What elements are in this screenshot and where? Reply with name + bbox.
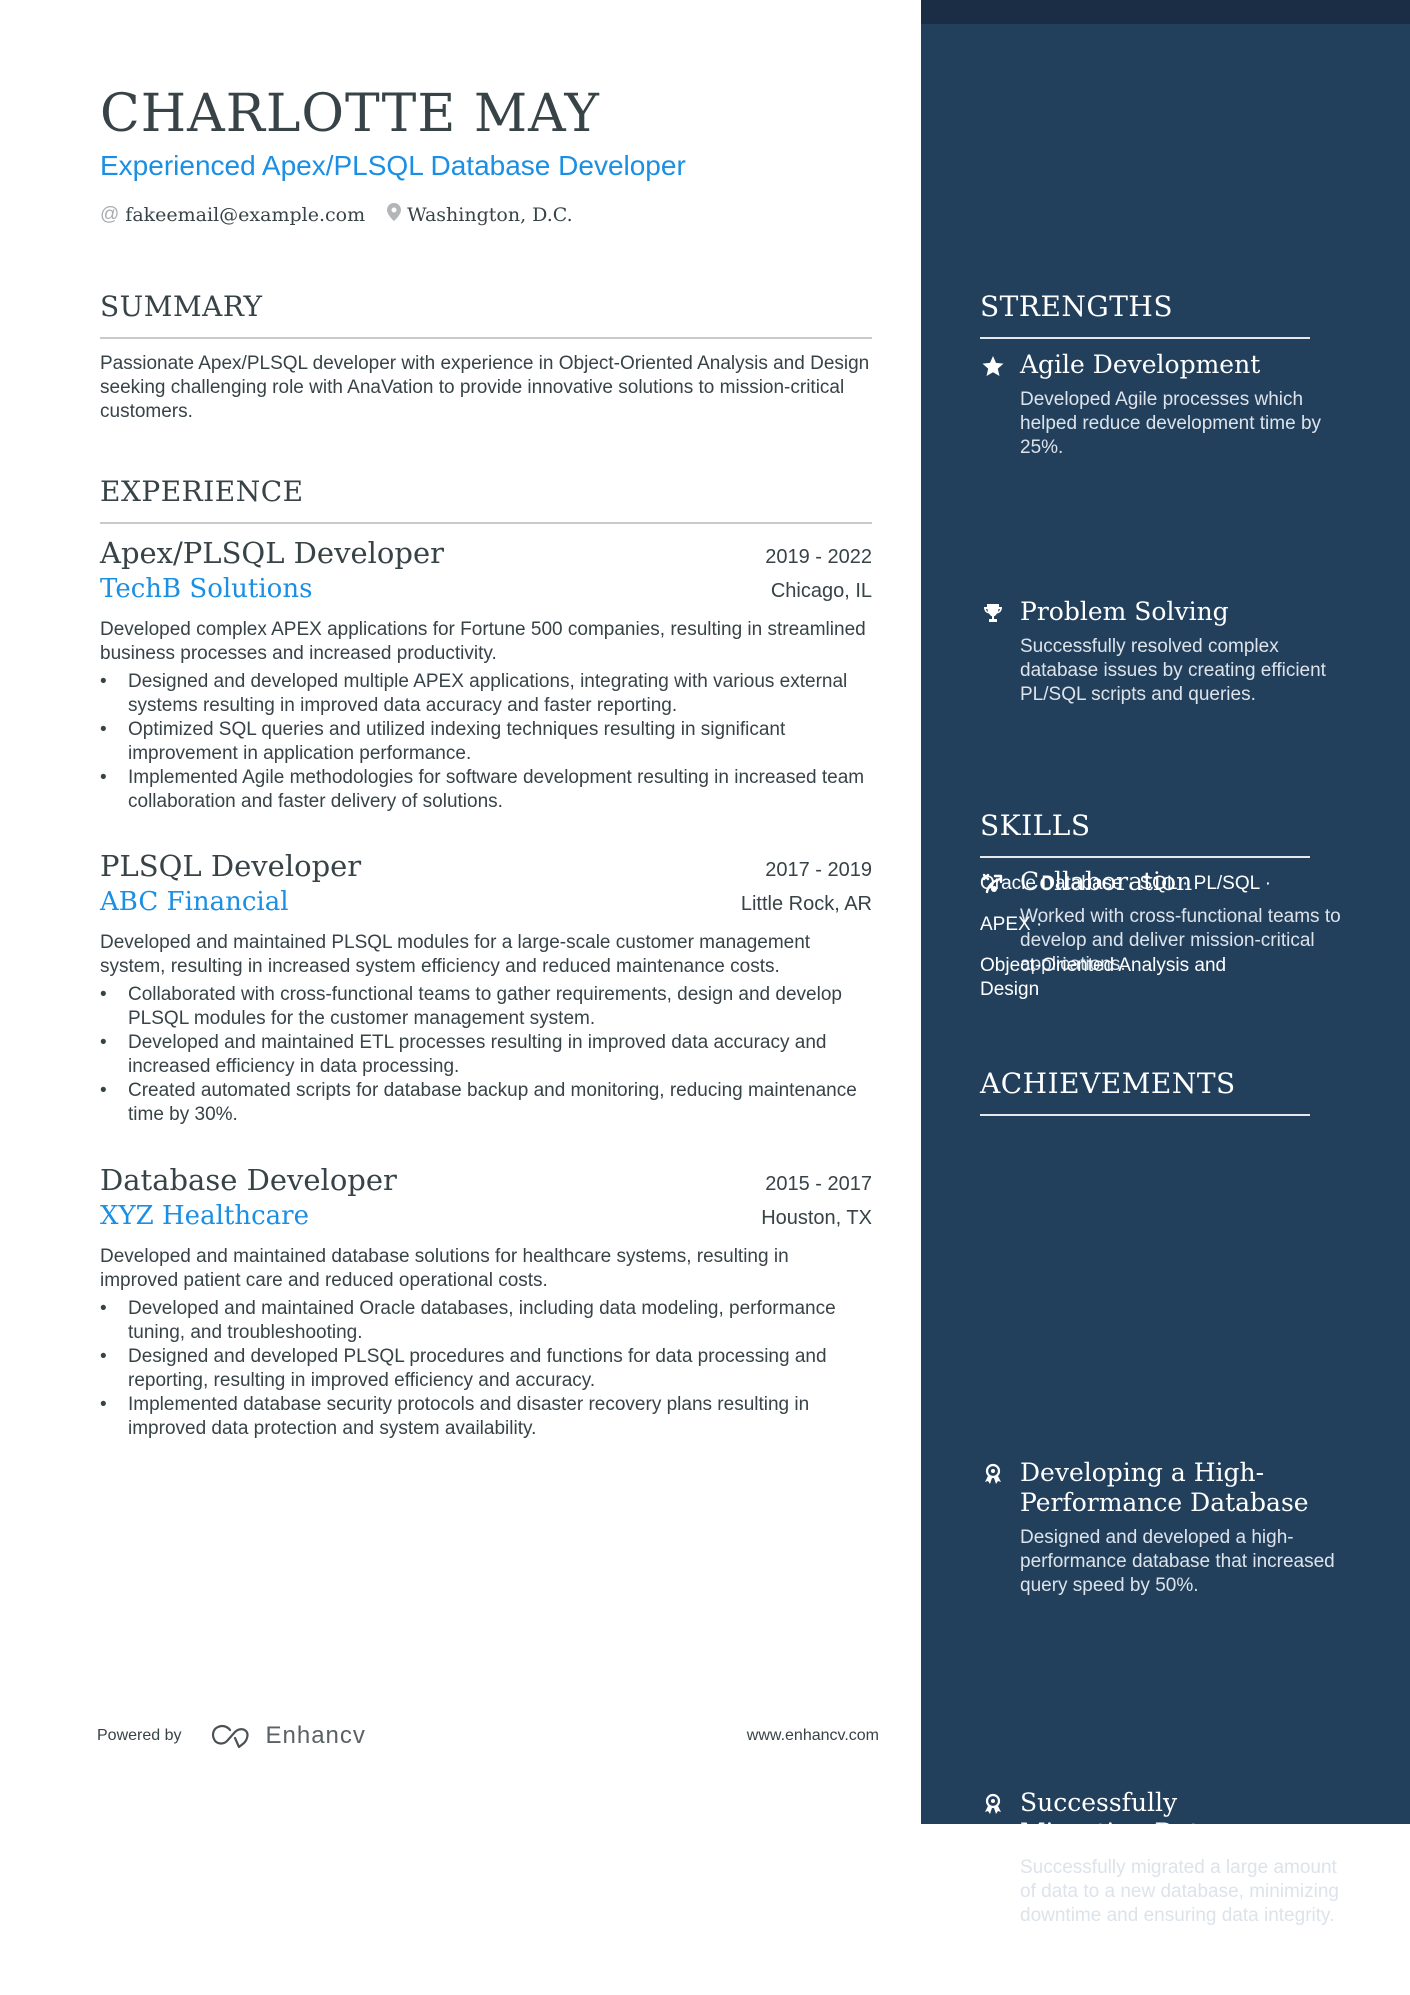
strengths-section: STRENGTHS [980, 290, 1310, 339]
strength-description: Developed Agile processes which helped r… [1020, 389, 1322, 458]
achievement-title: Developing a High-Performance Database [1020, 1458, 1309, 1517]
job-bullet: Developed and maintained ETL processes r… [100, 1031, 872, 1079]
achievement-item: Developing a High-Performance Database D… [980, 1458, 1350, 1598]
achievement-description: Designed and developed a high-performanc… [1020, 1527, 1335, 1596]
strength-title: Agile Development [1020, 350, 1261, 379]
job-bullet: Created automated scripts for database b… [100, 1079, 872, 1127]
job-dates: 2019 - 2022 [765, 546, 872, 568]
skills-heading: SKILLS [980, 809, 1091, 842]
job-description: Developed and maintained PLSQL modules f… [100, 932, 811, 977]
strengths-heading: STRENGTHS [980, 290, 1174, 323]
powered-by-label: Powered by [97, 1727, 182, 1744]
at-icon: @ [100, 204, 120, 225]
strength-item: Problem Solving Successfully resolved co… [980, 597, 1350, 707]
job-bullet: Implemented database security protocols … [100, 1393, 872, 1441]
strength-title: Problem Solving [1020, 597, 1229, 626]
website-link[interactable]: www.enhancv.com [747, 1727, 879, 1745]
summary-text: Passionate Apex/PLSQL developer with exp… [100, 353, 870, 422]
job-bullets: Designed and developed multiple APEX app… [100, 670, 872, 814]
location-pin-icon [387, 203, 402, 227]
job-location: Little Rock, AR [740, 893, 872, 915]
summary-divider [100, 337, 872, 339]
candidate-name: CHARLOTTE MAY [100, 84, 600, 144]
job-entry: PLSQL Developer 2017 - 2019 ABC Financia… [100, 849, 872, 1127]
skills-line: Oracle Database · SQL · PL/SQL · [980, 873, 1272, 894]
job-role: Apex/PLSQL Developer [100, 536, 444, 570]
job-bullet: Implemented Agile methodologies for soft… [100, 766, 872, 814]
job-entry: Database Developer 2015 - 2017 XYZ Healt… [100, 1163, 872, 1441]
summary-heading: SUMMARY [100, 290, 263, 323]
job-bullets: Developed and maintained Oracle database… [100, 1297, 872, 1441]
job-bullet: Optimized SQL queries and utilized index… [100, 718, 872, 766]
enhancv-logo-icon [211, 1724, 249, 1748]
job-dates: 2017 - 2019 [765, 859, 872, 881]
achievements-section: ACHIEVEMENTS [980, 1067, 1310, 1116]
achievements-heading: ACHIEVEMENTS [980, 1067, 1236, 1100]
strengths-divider [980, 337, 1310, 339]
brand-name: Enhancv [265, 1722, 366, 1749]
job-bullet: Designed and developed PLSQL procedures … [100, 1345, 872, 1393]
award-ribbon-icon [980, 1792, 1006, 1818]
strength-description: Successfully resolved complex database i… [1020, 636, 1326, 705]
job-role: PLSQL Developer [100, 849, 362, 883]
job-bullet: Developed and maintained Oracle database… [100, 1297, 872, 1345]
award-ribbon-icon [980, 1462, 1006, 1488]
achievement-title: Successfully Migrating Data [1020, 1788, 1215, 1847]
experience-divider [100, 522, 872, 524]
job-bullets: Collaborated with cross-functional teams… [100, 983, 872, 1127]
achievements-divider [980, 1114, 1310, 1116]
job-entry: Apex/PLSQL Developer 2019 - 2022 TechB S… [100, 536, 872, 814]
job-bullet: Designed and developed multiple APEX app… [100, 670, 872, 718]
job-company[interactable]: ABC Financial [100, 887, 289, 917]
skills-line: Object-Oriented Analysis and Design [980, 955, 1227, 1000]
skills-divider [980, 856, 1310, 858]
job-description: Developed complex APEX applications for … [100, 619, 866, 664]
job-dates: 2015 - 2017 [765, 1173, 872, 1195]
job-role: Database Developer [100, 1163, 397, 1197]
location: Washington, D.C. [407, 204, 573, 226]
experience-heading: EXPERIENCE [100, 475, 304, 508]
enhancv-logo[interactable]: Enhancv [210, 1722, 366, 1750]
footer: Powered by Enhancv www.enhancv.com [97, 1722, 879, 1750]
candidate-title: Experienced Apex/PLSQL Database Develope… [100, 150, 686, 181]
job-location: Chicago, IL [770, 580, 872, 602]
sidebar-top-band [921, 0, 1410, 24]
trophy-icon [980, 601, 1006, 627]
achievement-description: Successfully migrated a large amount of … [1020, 1857, 1339, 1926]
job-location: Houston, TX [761, 1207, 872, 1229]
achievement-item: Successfully Migrating Data Successfully… [980, 1788, 1350, 1928]
skills-line: APEX · [980, 914, 1043, 935]
job-description: Developed and maintained database soluti… [100, 1246, 789, 1291]
strength-item: Agile Development Developed Agile proces… [980, 350, 1350, 460]
job-company[interactable]: XYZ Healthcare [100, 1201, 309, 1231]
email[interactable]: fakeemail@example.com [125, 204, 365, 226]
contact-row: @ fakeemail@example.com Washington, D.C. [100, 203, 573, 227]
job-bullet: Collaborated with cross-functional teams… [100, 983, 872, 1031]
star-icon [980, 354, 1006, 380]
skills-section: SKILLS Oracle Database · SQL · PL/SQL · … [980, 809, 1310, 1002]
job-company[interactable]: TechB Solutions [100, 574, 312, 604]
